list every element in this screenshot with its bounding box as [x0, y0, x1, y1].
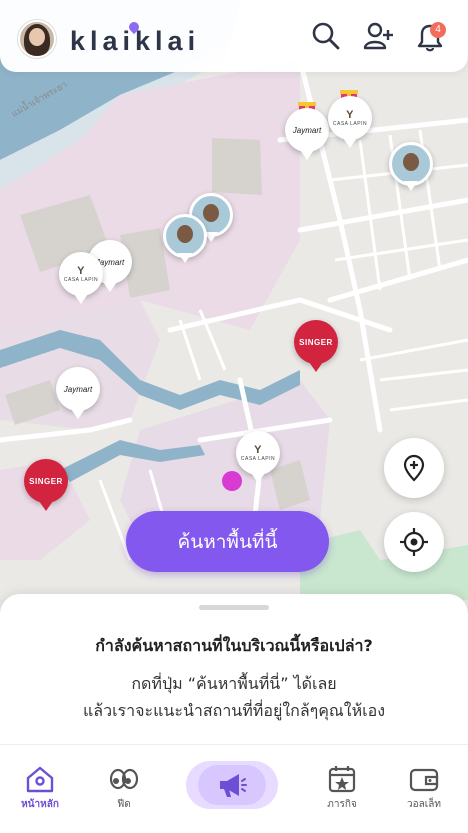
bottom-sheet[interactable]: กำลังค้นหาสถานที่ในบริเวณนี้หรือเปล่า? ก…: [0, 594, 468, 744]
nav-item-announce[interactable]: [186, 761, 278, 809]
casa-lapin-pin[interactable]: Y CASA LAPIN: [59, 252, 103, 304]
home-icon: [26, 766, 54, 793]
add-friend-icon[interactable]: [362, 20, 394, 52]
user-avatar: [203, 204, 219, 222]
casa-lapin-label: CASA LAPIN: [332, 120, 368, 127]
sheet-instruction-line2: แล้วเราจะแนะนำสถานที่ที่อยู่ใกล้ๆคุณให้เ…: [82, 701, 386, 720]
map-base: [0, 0, 468, 600]
casa-lapin-pin[interactable]: Y CASA LAPIN: [236, 431, 280, 483]
jaymart-pin[interactable]: Jaymart: [285, 108, 329, 160]
singer-label: SINGER: [29, 476, 63, 486]
search-this-area-button[interactable]: ค้นหาพื้นที่นี้: [126, 511, 329, 572]
nav-label-missions: ภารกิจ: [327, 799, 357, 810]
nav-label-wallet: วอลเล็ท: [407, 799, 441, 810]
jaymart-label: Jaymart: [292, 125, 322, 135]
nav-item-wallet[interactable]: วอลเล็ท: [384, 745, 464, 833]
user-avatar: [177, 225, 193, 243]
avatar[interactable]: [18, 20, 56, 58]
casa-lapin-mark: Y: [254, 443, 262, 456]
megaphone-icon: [220, 774, 247, 797]
casa-lapin-label: CASA LAPIN: [63, 276, 99, 283]
user-pin[interactable]: [389, 142, 433, 191]
bottom-nav: หน้าหลัก ฟีด ภารกิจ วอลเล็ท: [0, 744, 468, 833]
current-location-dot: [222, 471, 242, 491]
calendar-star-icon: [328, 766, 356, 793]
add-location-button[interactable]: [384, 438, 444, 498]
nav-label-feed: ฟีด: [117, 799, 131, 810]
singer-pin[interactable]: SINGER: [294, 320, 338, 372]
user-pin[interactable]: [163, 214, 207, 263]
eyes-icon: [109, 768, 139, 790]
jaymart-pin[interactable]: Jaymart: [56, 367, 100, 419]
my-location-button[interactable]: [384, 512, 444, 572]
add-location-icon: [403, 454, 425, 482]
singer-pin[interactable]: SINGER: [24, 459, 68, 511]
map-view[interactable]: แม่น้ำเจ้าพระยา Jaymart Y CASA LAPIN Jay…: [0, 0, 468, 600]
sheet-drag-handle[interactable]: [199, 605, 269, 610]
sheet-title: กำลังค้นหาสถานที่ในบริเวณนี้หรือเปล่า?: [95, 636, 373, 655]
nav-item-missions[interactable]: ภารกิจ: [302, 745, 382, 833]
jaymart-label: Jaymart: [63, 384, 93, 394]
casa-lapin-pin[interactable]: Y CASA LAPIN: [328, 96, 372, 148]
my-location-icon: [400, 528, 428, 556]
sheet-instruction-line1: กดที่ปุ่ม “ค้นหาพื้นที่นี่” ได้เลย: [131, 674, 337, 693]
singer-label: SINGER: [299, 337, 333, 347]
casa-lapin-mark: Y: [77, 264, 85, 277]
nav-item-feed[interactable]: ฟีด: [84, 745, 164, 833]
casa-lapin-label: CASA LAPIN: [240, 455, 276, 462]
casa-lapin-mark: Y: [346, 108, 354, 121]
user-avatar: [403, 153, 419, 171]
wallet-icon: [409, 768, 439, 792]
notification-badge: 4: [430, 22, 446, 38]
nav-label-home: หน้าหลัก: [21, 799, 59, 810]
search-icon[interactable]: [310, 20, 342, 52]
nav-item-home[interactable]: หน้าหลัก: [0, 745, 80, 833]
top-header: klaiklai 4: [0, 0, 468, 72]
